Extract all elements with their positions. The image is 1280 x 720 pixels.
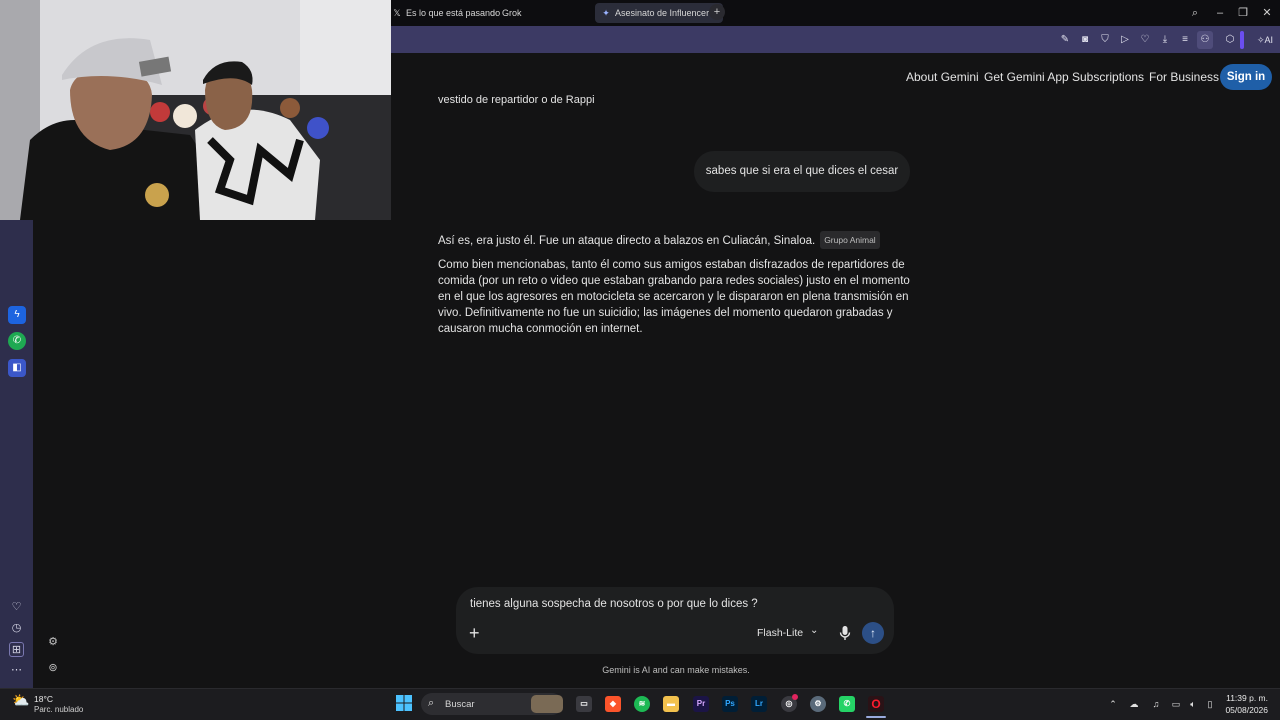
ai-label: AI <box>1264 35 1274 45</box>
lightroom-icon[interactable]: Lr <box>751 696 767 712</box>
play-icon[interactable]: ▷ <box>1118 33 1132 47</box>
webcam-overlay <box>0 0 391 220</box>
chevron-down-icon[interactable]: ⌄ <box>810 625 818 636</box>
prompt-input[interactable]: tienes alguna sospecha de nosotros o por… <box>470 598 758 610</box>
account-icon[interactable]: ⊚ <box>46 661 60 675</box>
active-app-indicator <box>866 716 886 718</box>
response-first-line: Así es, era justo él. Fue un ataque dire… <box>438 231 918 249</box>
tab-x[interactable]: 𝕏 Es lo que está pasando <box>392 3 500 23</box>
chevron-up-icon[interactable]: ⌃ <box>1107 698 1119 710</box>
file-explorer-icon[interactable]: ▬ <box>663 696 679 712</box>
tab-label: Asesinato de Influencer e <box>615 8 717 18</box>
user-message-bubble: sabes que si era el que dices el cesar <box>694 151 910 192</box>
edit-icon[interactable]: ✎ <box>1058 33 1072 47</box>
response-text: Así es, era justo él. Fue un ataque dire… <box>438 235 816 247</box>
new-tab-button[interactable]: + <box>709 4 725 20</box>
history-icon[interactable]: ◷ <box>9 621 24 636</box>
search-highlight-image <box>531 695 563 713</box>
taskbar-search-label: Buscar <box>445 699 475 710</box>
heart-sidebar-icon[interactable]: ♡ <box>9 600 24 615</box>
search-tabs-icon[interactable]: ⌕ <box>1186 4 1204 22</box>
add-attachment-icon[interactable]: + <box>469 624 485 642</box>
spotify-icon[interactable]: ≋ <box>634 696 650 712</box>
sign-in-button[interactable]: Sign in <box>1220 64 1272 90</box>
whatsapp-icon[interactable]: ✆ <box>8 332 26 350</box>
tab-gemini-active[interactable]: ✦ Asesinato de Influencer e <box>595 3 723 23</box>
mic-tray-icon[interactable]: ♫ <box>1150 698 1162 710</box>
model-selector[interactable]: Flash-Lite <box>757 627 803 639</box>
response-paragraph: Como bien mencionabas, tanto él como sus… <box>438 259 910 335</box>
nav-get-gemini-app[interactable]: Get Gemini App <box>984 70 1069 84</box>
opera-icon[interactable]: O <box>868 696 884 712</box>
clock-time[interactable]: 11:39 p. m. <box>1212 693 1268 703</box>
heart-icon[interactable]: ♡ <box>1138 33 1152 47</box>
nav-subscriptions[interactable]: Subscriptions <box>1072 70 1144 84</box>
minimize-icon[interactable]: – <box>1211 4 1229 22</box>
ai-button[interactable]: ✧AI <box>1253 33 1277 47</box>
weather-temp[interactable]: 18°C <box>34 694 53 704</box>
x-icon: 𝕏 <box>393 8 401 18</box>
weather-icon[interactable]: ⛅ <box>12 692 30 708</box>
browser-sidebar <box>0 220 33 688</box>
tab-label: Grok <box>502 8 522 18</box>
gemini-icon: ✦ <box>602 8 610 18</box>
brave-icon[interactable]: ◆ <box>605 696 621 712</box>
shield-icon[interactable]: ⛉ <box>1098 33 1112 47</box>
premiere-icon[interactable]: Pr <box>693 696 709 712</box>
weather-desc[interactable]: Parc. nublado <box>34 705 83 714</box>
arrow-up-icon: ↑ <box>870 626 876 640</box>
ai-indicator <box>1240 31 1244 49</box>
nav-about-gemini[interactable]: About Gemini <box>906 70 979 84</box>
notification-badge <box>792 694 798 700</box>
cube-icon[interactable]: ⬡ <box>1223 33 1237 47</box>
volume-icon[interactable]: 🔈︎ <box>1187 698 1199 710</box>
camera-icon[interactable]: ◙ <box>1078 33 1092 47</box>
send-button[interactable]: ↑ <box>862 622 884 644</box>
network-icon[interactable]: ▭ <box>1170 698 1182 710</box>
tab-grok[interactable]: ◌ Grok <box>488 3 522 23</box>
webcam-image <box>0 0 391 220</box>
menu-icon[interactable]: ≡ <box>1178 33 1192 47</box>
settings-icon[interactable]: ⚙ <box>46 635 60 649</box>
clock-date[interactable]: 05/08/2026 <box>1212 705 1268 715</box>
settings-gear-icon[interactable]: ⚙ <box>810 696 826 712</box>
more-icon[interactable]: ⋯ <box>9 663 24 678</box>
source-chip[interactable]: Grupo Animal <box>820 231 880 249</box>
search-icon: ⌕ <box>428 697 435 709</box>
profile-icon[interactable]: ⚇ <box>1197 31 1213 49</box>
whatsapp-taskbar-icon[interactable]: ✆ <box>839 696 855 712</box>
grok-icon: ◌ <box>490 8 496 18</box>
previous-response-fragment: vestido de repartidor o de Rappi <box>438 94 595 106</box>
cloud-icon[interactable]: ☁ <box>1128 698 1140 710</box>
ai-icon: ✧ <box>1256 35 1265 45</box>
nav-for-business[interactable]: For Business <box>1149 70 1219 84</box>
close-icon[interactable]: ✕ <box>1258 4 1276 22</box>
app-icon[interactable]: ◧ <box>8 359 26 377</box>
microphone-icon[interactable] <box>838 625 852 641</box>
gift-icon[interactable]: ⊞ <box>9 642 24 657</box>
windows-start-icon[interactable] <box>396 695 412 711</box>
maximize-icon[interactable]: ❐ <box>1234 4 1252 22</box>
messenger-icon[interactable]: ϟ <box>8 306 26 324</box>
photoshop-icon[interactable]: Ps <box>722 696 738 712</box>
download-icon[interactable]: ⤓ <box>1158 33 1172 47</box>
task-view-icon[interactable]: ▭ <box>576 696 592 712</box>
new-tab-label: + <box>713 6 721 18</box>
disclaimer: Gemini is AI and can make mistakes. <box>602 665 750 675</box>
tab-label: Es lo que está pasando <box>406 8 501 18</box>
